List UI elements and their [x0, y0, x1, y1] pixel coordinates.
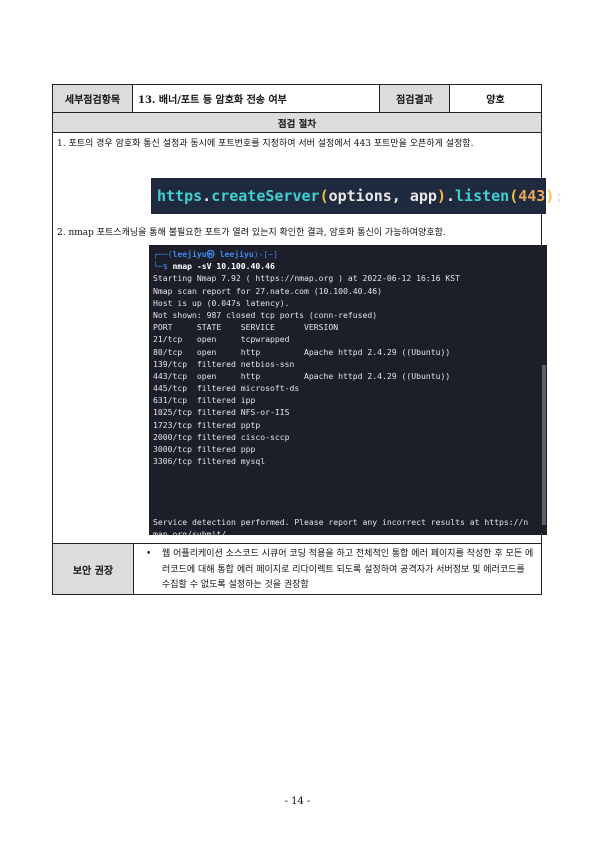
code-token: (	[509, 187, 519, 205]
prompt-symbol: └─$	[153, 261, 173, 272]
code-token: listen	[455, 187, 510, 205]
prompt-dir: )-[~]	[253, 249, 279, 259]
bullet-marker: •	[146, 549, 152, 559]
recommendation-label: 보안 권장	[53, 544, 134, 594]
terminal-line: 21/tcp open tcpwrapped	[153, 334, 290, 345]
terminal-screenshot: ┌──(leejiyu㉿ leejiyu)-[~] └─$ nmap -sV 1…	[149, 245, 547, 535]
result-value: 양호	[486, 95, 505, 106]
procedure-body: 1. 포트의 경우 암호화 통신 설정과 동시에 포트번호를 지정하여 서버 설…	[53, 133, 563, 544]
page-number: - 14 -	[284, 796, 311, 807]
terminal-line: 3306/tcp filtered mysql	[153, 456, 266, 467]
code-token: createServer	[211, 187, 320, 205]
terminal-line: PORT STATE SERVICE VERSION	[153, 322, 339, 333]
procedure-title: 점검 절차	[53, 113, 541, 133]
terminal-line: 631/tcp filtered ipp	[153, 395, 256, 406]
terminal-line: Service detection performed. Please repo…	[153, 517, 529, 528]
inspection-table: 세부점검항목 13. 배너/포트 등 암호화 전송 여부 점검결과 양호 점검 …	[52, 84, 563, 595]
recommendation-text: 웹 어플리케이션 소스코드 시큐어 코딩 적용을 하고 전체적인 통합 에러 페…	[162, 549, 534, 590]
prompt-user: leejiyu㉿ leejiyu	[172, 249, 254, 259]
code-token: 443	[518, 187, 546, 205]
terminal-line: 2000/tcp filtered cisco-sccp	[153, 431, 290, 442]
terminal-line: 445/tcp filtered microsoft-ds	[153, 383, 300, 394]
terminal-line: 139/tcp filtered netbios-ssn	[153, 358, 295, 369]
recommendation-row: 보안 권장 • 웹 어플리케이션 소스코드 시큐어 코딩 적용을 하고 전체적인…	[53, 544, 541, 594]
terminal-scrollbar	[542, 365, 546, 525]
terminal-line: Nmap scan report for 27.nate.com (10.100…	[153, 285, 383, 296]
terminal-line: 1025/tcp filtered NFS-or-IIS	[153, 407, 290, 418]
step-2-text: 2. nmap 포트스캐닝을 통해 불필요한 포트가 열려 있는지 확인한 결과…	[57, 228, 446, 238]
terminal-line: 1723/tcp filtered pptp	[153, 419, 261, 430]
code-token: https	[157, 187, 203, 205]
result-label: 점검결과	[380, 85, 450, 112]
terminal-line: 443/tcp open http Apache httpd 2.4.29 ((…	[153, 370, 451, 381]
inspection-item: 13. 배너/포트 등 암호화 전송 여부	[133, 85, 380, 112]
code-token: ;	[554, 187, 564, 205]
code-token: options, app	[328, 187, 437, 205]
terminal-line: Host is up (0.047s latency).	[153, 297, 290, 308]
terminal-line: 80/tcp open http Apache httpd 2.4.29 ((U…	[153, 346, 451, 357]
category-label: 세부점검항목	[53, 85, 133, 112]
code-token: (	[319, 187, 329, 205]
code-snippet: https.createServer(options, app).listen(…	[151, 178, 563, 214]
terminal-output: Starting Nmap 7.92 ( https://nmap.org ) …	[153, 272, 543, 535]
step-1-text: 1. 포트의 경우 암호화 통신 설정과 동시에 포트번호를 지정하여 서버 설…	[57, 139, 474, 149]
recommendation-body: • 웹 어플리케이션 소스코드 시큐어 코딩 적용을 하고 전체적인 통합 에러…	[134, 544, 541, 594]
code-token: )	[436, 187, 446, 205]
table-header-row: 세부점검항목 13. 배너/포트 등 암호화 전송 여부 점검결과 양호	[53, 85, 541, 113]
terminal-line: 3000/tcp filtered ppp	[153, 444, 256, 454]
terminal-line: Not shown: 987 closed tcp ports (conn-re…	[153, 309, 378, 320]
code-token: .	[202, 187, 212, 205]
terminal-line: Starting Nmap 7.92 ( https://nmap.org ) …	[153, 273, 460, 284]
terminal-prompt: ┌──(leejiyu㉿ leejiyu)-[~]	[153, 248, 543, 260]
command-text: nmap -sV 10.100.40.46	[172, 261, 275, 272]
terminal-command: └─$ nmap -sV 10.100.40.46	[153, 260, 543, 272]
prompt-prefix: ┌──(	[153, 249, 173, 259]
terminal-line: map.org/submit/ .	[153, 529, 236, 535]
code-token: .	[446, 187, 456, 205]
